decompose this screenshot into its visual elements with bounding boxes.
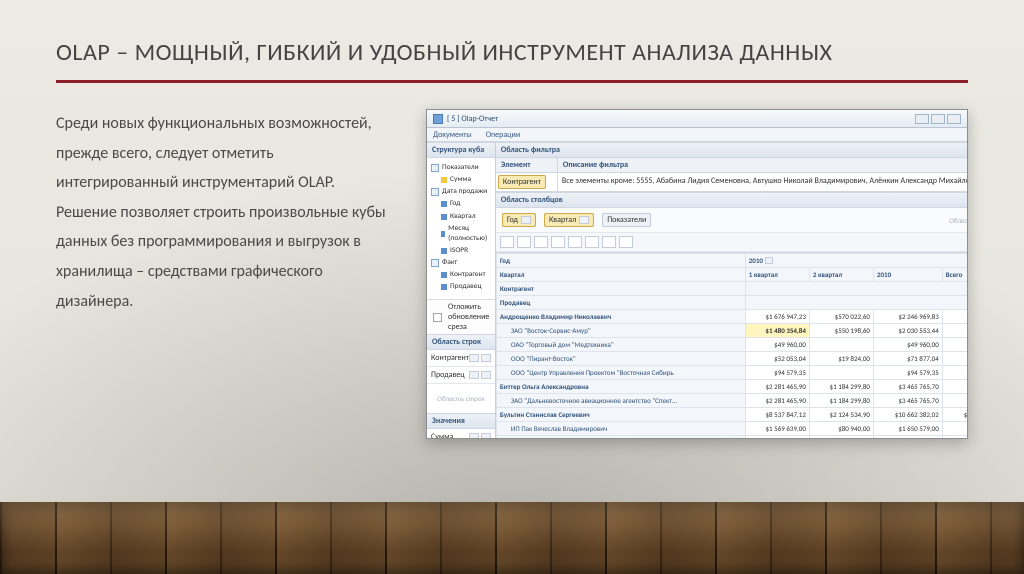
cols-area[interactable]: Год Квартал Показатели Область столбцов	[496, 208, 968, 253]
filter-header-row: Элемент Описание фильтра	[496, 158, 968, 173]
field-icon	[441, 272, 447, 278]
tree-node-label[interactable]: Показатели	[442, 163, 479, 173]
filter-row[interactable]: Контрагент Все элементы кроме: 5555, Аба…	[496, 173, 968, 192]
slide-content: OLAP – МОЩНЫЙ, ГИБКИЙ И УДОБНЫЙ ИНСТРУМЕ…	[56, 38, 968, 439]
row-field[interactable]: Продавец	[431, 370, 465, 380]
left-pane: Структура куба Показатели Сумма Дата прода…	[427, 142, 496, 438]
defer-refresh-checkbox[interactable]	[433, 313, 442, 322]
defer-refresh-row[interactable]: Отложить обновление среза	[427, 299, 495, 334]
tree-node-label[interactable]: Контрагент	[450, 270, 486, 280]
title-lead: OLAP	[56, 38, 110, 67]
tree-node-label[interactable]: Месяц (полностью)	[448, 224, 491, 244]
slide-title: OLAP – МОЩНЫЙ, ГИБКИЙ И УДОБНЫЙ ИНСТРУМЕ…	[56, 38, 968, 68]
field-icon	[441, 177, 447, 183]
field-controls[interactable]	[469, 371, 491, 379]
row-field[interactable]: Контрагент	[431, 353, 469, 363]
tree-node-label[interactable]: Продавец	[450, 282, 482, 292]
folder-icon	[431, 259, 439, 267]
title-rest: МОЩНЫЙ, ГИБКИЙ И УДОБНЫЙ ИНСТРУМЕНТ АНАЛ…	[135, 38, 833, 67]
field-controls[interactable]	[469, 354, 491, 362]
values-area-header: Значения	[427, 413, 495, 429]
tree-node-label[interactable]: ISOPR	[450, 246, 468, 256]
grid-toolbar[interactable]	[496, 233, 968, 252]
menu-bar[interactable]: Документы Операции	[427, 128, 967, 142]
right-pane: Область фильтра Элемент Описание фильтра…	[496, 142, 968, 438]
body-paragraph: Среди новых функциональных возможностей,…	[56, 109, 396, 316]
defer-refresh-label: Отложить обновление среза	[448, 302, 491, 332]
tree-node-label[interactable]: Дата продажи	[442, 187, 487, 197]
filter-chip-contragent[interactable]: Контрагент	[498, 175, 546, 189]
filter-col-description: Описание фильтра	[558, 158, 968, 172]
cols-area-header: Область столбцов	[496, 192, 968, 208]
value-field[interactable]: Сумма	[431, 432, 454, 439]
rows-area-hint: Область строк	[427, 384, 495, 413]
col-chip-measures[interactable]: Показатели	[602, 213, 651, 227]
rows-area-header: Область строк	[427, 334, 495, 350]
field-icon	[441, 248, 447, 254]
title-sep: –	[110, 38, 134, 67]
menu-documents[interactable]: Документы	[433, 130, 472, 140]
col-chip-year[interactable]: Год	[502, 213, 536, 227]
values-area[interactable]: Сумма Значения	[427, 429, 495, 439]
rows-area[interactable]: Контрагент Продавец Область строк	[427, 350, 495, 413]
filter-col-element: Элемент	[496, 158, 558, 172]
cols-area-hint: Область столбцов	[949, 216, 968, 225]
field-icon	[441, 201, 447, 207]
filter-description: Все элементы кроме: 5555, Абабина Лидия …	[558, 173, 968, 191]
tree-node-label[interactable]: Сумма	[450, 175, 471, 185]
title-underline	[56, 80, 968, 83]
field-icon	[441, 284, 447, 290]
cube-structure-tree[interactable]: Показатели Сумма Дата продажи Год Квартал Мес…	[427, 158, 495, 299]
floor-texture	[0, 502, 1024, 574]
field-controls[interactable]	[469, 433, 491, 439]
window-title: [ 5 ] Olap-Отчет	[447, 114, 498, 124]
field-icon	[441, 214, 447, 220]
menu-operations[interactable]: Операции	[486, 130, 520, 140]
cube-structure-header: Структура куба	[427, 142, 495, 158]
window-controls[interactable]	[915, 114, 961, 124]
filter-area-header: Область фильтра	[496, 142, 968, 158]
tree-node-label[interactable]: Квартал	[450, 212, 476, 222]
window-titlebar: [ 5 ] Olap-Отчет	[427, 110, 967, 128]
app-icon	[433, 114, 443, 124]
tree-node-label[interactable]: Факт	[442, 258, 457, 268]
folder-icon	[431, 188, 439, 196]
olap-app-window: [ 5 ] Olap-Отчет Документы Операции Стру…	[426, 109, 968, 439]
tree-node-label[interactable]: Год	[450, 199, 460, 209]
pivot-grid[interactable]: Год2010Квартал1 квартал2 квартал2010Всег…	[496, 253, 968, 438]
folder-icon	[431, 164, 439, 172]
field-icon	[441, 231, 445, 237]
col-chip-quarter[interactable]: Квартал	[544, 213, 594, 227]
